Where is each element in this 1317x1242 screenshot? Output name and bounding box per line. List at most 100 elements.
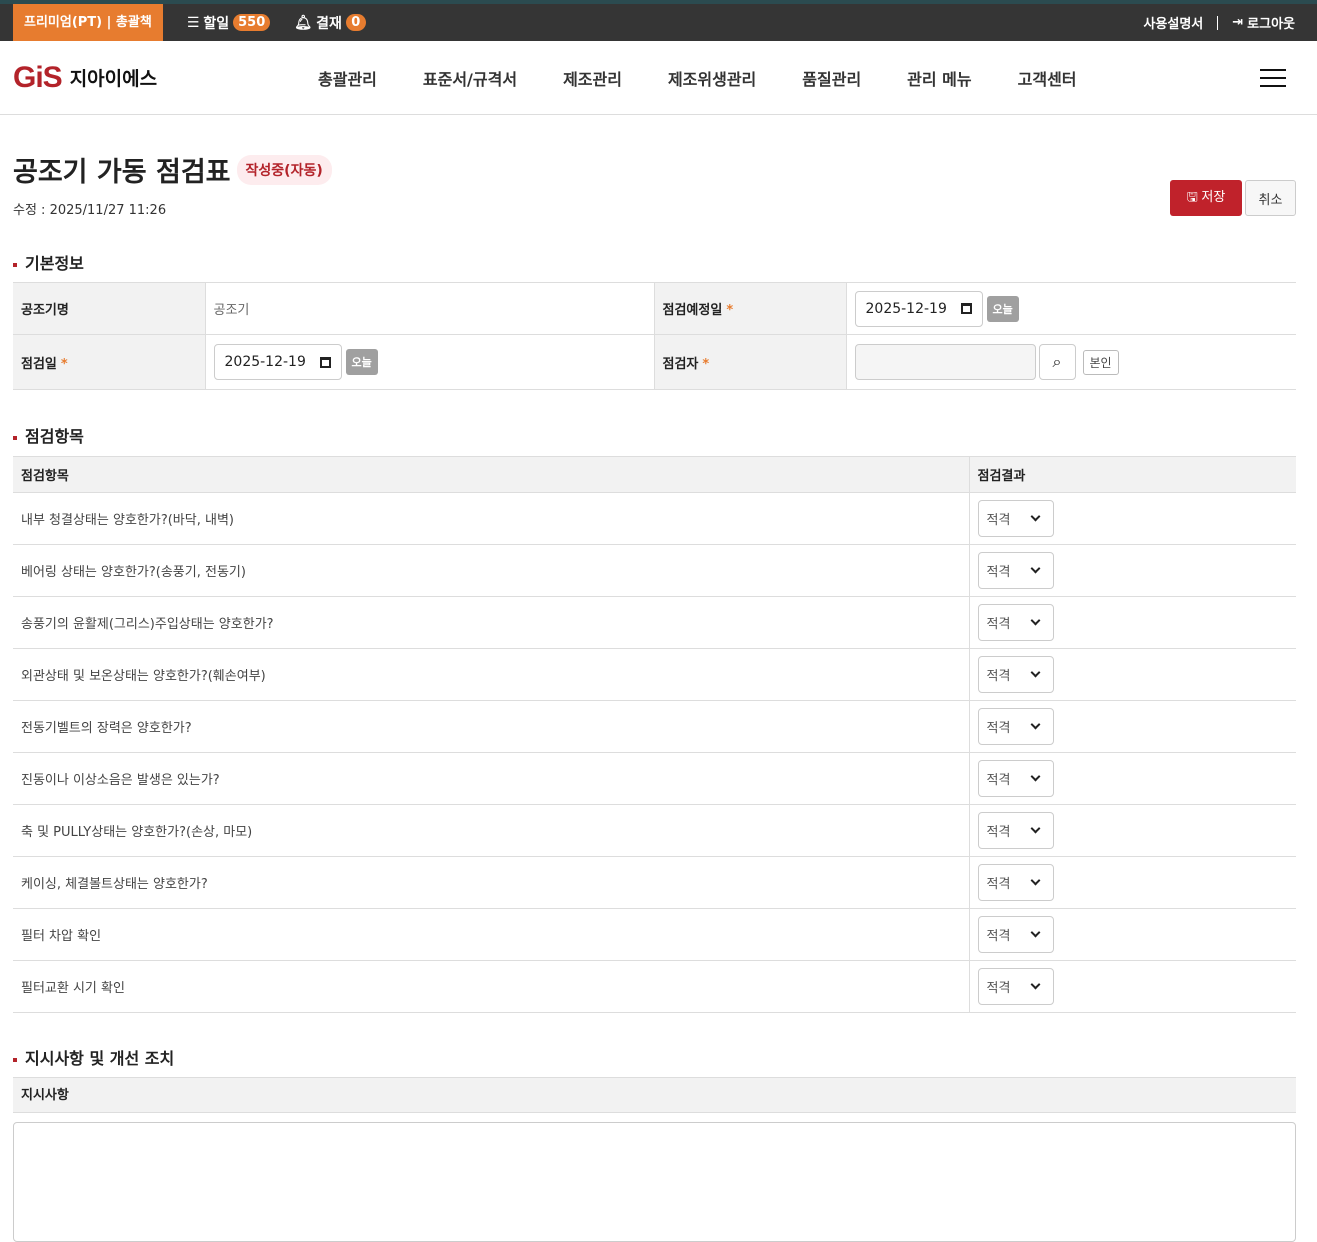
chevron-down-icon bbox=[1030, 927, 1040, 938]
table-row: 송풍기의 윤활제(그리스)주입상태는 양호한가? 적격 bbox=[13, 596, 1296, 649]
nav-item[interactable]: 제조위생관리 bbox=[668, 66, 756, 90]
search-icon: ⌕ bbox=[1052, 352, 1062, 371]
calendar-icon bbox=[960, 303, 972, 314]
instructions-textarea[interactable] bbox=[13, 1122, 1296, 1242]
self-button[interactable]: 본인 bbox=[1082, 349, 1119, 375]
main-nav: GiS 지아이에스 총괄관리 표준서/규격서 제조관리 제조위생관리 품질관리 관… bbox=[0, 41, 1317, 115]
result-select[interactable]: 적격 bbox=[977, 760, 1054, 797]
inspector-input[interactable] bbox=[854, 344, 1036, 380]
hamburger-menu-icon[interactable] bbox=[1260, 69, 1286, 93]
check-item-question: 베어링 상태는 양호한가?(송풍기, 전동기) bbox=[13, 544, 969, 597]
result-select[interactable]: 적격 bbox=[977, 604, 1054, 641]
result-select[interactable]: 적격 bbox=[977, 708, 1054, 745]
logo-text: 지아이에스 bbox=[69, 68, 158, 90]
table-row: 진동이나 이상소음은 발생은 있는가? 적격 bbox=[13, 752, 1296, 805]
table-row: 전동기벨트의 장력은 양호한가? 적격 bbox=[13, 700, 1296, 753]
cancel-button[interactable]: 취소 bbox=[1245, 180, 1296, 216]
table-row: 필터 차압 확인 적격 bbox=[13, 908, 1296, 961]
bell-icon: 🔔︎ bbox=[294, 14, 313, 31]
col-item-header: 점검항목 bbox=[13, 456, 969, 493]
chevron-down-icon bbox=[1030, 823, 1040, 834]
nav-item[interactable]: 총괄관리 bbox=[318, 66, 377, 90]
result-value: 적격 bbox=[986, 981, 1011, 996]
result-value: 적격 bbox=[986, 773, 1011, 788]
name-value: 공조기 bbox=[205, 282, 655, 335]
list-icon: ☰ bbox=[186, 14, 200, 31]
table-row: 축 및 PULLY상태는 양호한가?(손상, 마모) 적격 bbox=[13, 804, 1296, 857]
save-button[interactable]: 🖫︎ 저장 bbox=[1170, 180, 1242, 216]
table-row: 케이싱, 체결볼트상태는 양호한가? 적격 bbox=[13, 856, 1296, 909]
chevron-down-icon bbox=[1030, 511, 1040, 522]
check-items-table: 점검항목 점검결과 내부 청결상태는 양호한가?(바닥, 내벽) 적격 베어링 상태는… bbox=[13, 456, 1296, 1013]
inspector-label: 점검자 * bbox=[654, 334, 847, 390]
check-item-question: 케이싱, 체결볼트상태는 양호한가? bbox=[13, 856, 969, 909]
logo[interactable]: GiS 지아이에스 bbox=[13, 61, 157, 95]
todo-button[interactable]: ☰ 할일 550 bbox=[186, 13, 271, 33]
chevron-down-icon bbox=[1030, 719, 1040, 730]
chevron-down-icon bbox=[1030, 875, 1040, 886]
result-value: 적격 bbox=[986, 825, 1011, 840]
result-select[interactable]: 적격 bbox=[977, 812, 1054, 849]
nav-item[interactable]: 표준서/규격서 bbox=[423, 66, 517, 90]
approval-count: 0 bbox=[345, 14, 366, 31]
nav-item[interactable]: 품질관리 bbox=[802, 66, 861, 90]
save-icon: 🖫︎ bbox=[1186, 189, 1202, 204]
chevron-down-icon bbox=[1030, 979, 1040, 990]
result-value: 적격 bbox=[986, 929, 1011, 944]
result-value: 적격 bbox=[986, 877, 1011, 892]
search-button[interactable]: ⌕ bbox=[1038, 344, 1076, 380]
instructions-label: 지시사항 bbox=[13, 1077, 1296, 1113]
result-value: 적격 bbox=[986, 513, 1011, 528]
todo-count: 550 bbox=[233, 14, 271, 31]
calendar-icon bbox=[319, 356, 331, 368]
result-select[interactable]: 적격 bbox=[977, 916, 1054, 953]
result-value: 적격 bbox=[986, 565, 1011, 580]
inspection-today-button[interactable]: 오늘 bbox=[345, 349, 378, 375]
logo-mark: GiS bbox=[13, 60, 63, 94]
check-item-question: 전동기벨트의 장력은 양호한가? bbox=[13, 700, 969, 753]
chevron-down-icon bbox=[1030, 615, 1040, 626]
divider bbox=[1217, 15, 1219, 30]
save-label: 저장 bbox=[1201, 189, 1226, 204]
check-item-question: 필터교환 시기 확인 bbox=[13, 960, 969, 1013]
manual-link[interactable]: 사용설명서 bbox=[1143, 13, 1203, 32]
basic-info-table: 공조기명 공조기 점검예정일 * 2025-12-19 오늘 점검일 * 2025-1… bbox=[13, 282, 1296, 390]
result-select[interactable]: 적격 bbox=[977, 552, 1054, 589]
chevron-down-icon bbox=[1030, 771, 1040, 782]
table-row: 베어링 상태는 양호한가?(송풍기, 전동기) 적격 bbox=[13, 544, 1296, 597]
name-label: 공조기명 bbox=[13, 282, 206, 335]
status-badge: 작성중(자동) bbox=[236, 154, 332, 185]
logout-link[interactable]: 로그아웃 bbox=[1247, 13, 1295, 32]
page-title: 공조기 가동 점검표 bbox=[13, 157, 231, 188]
col-result-header: 점검결과 bbox=[968, 456, 1296, 493]
result-value: 적격 bbox=[986, 669, 1011, 684]
top-bar: 프리미엄(PT) | 총괄책 ☰ 할일 550 🔔︎ 결재 0 사용설명서 ⇥ 로그아웃 bbox=[0, 4, 1317, 41]
nav-item[interactable]: 제조관리 bbox=[563, 66, 622, 90]
approval-label: 결재 bbox=[316, 15, 342, 32]
table-row: 외관상태 및 보온상태는 양호한가?(훼손여부) 적격 bbox=[13, 648, 1296, 701]
check-item-question: 필터 차압 확인 bbox=[13, 908, 969, 961]
inspection-date-input[interactable]: 2025-12-19 bbox=[213, 344, 342, 380]
nav-item[interactable]: 관리 메뉴 bbox=[907, 66, 971, 90]
approval-button[interactable]: 🔔︎ 결재 0 bbox=[294, 13, 366, 33]
section-instructions: 지시사항 및 개선 조치 bbox=[13, 1045, 174, 1069]
check-item-question: 송풍기의 윤활제(그리스)주입상태는 양호한가? bbox=[13, 596, 969, 649]
result-value: 적격 bbox=[986, 721, 1011, 736]
modified-time: 수정 : 2025/11/27 11:26 bbox=[13, 203, 167, 218]
planned-today-button[interactable]: 오늘 bbox=[986, 295, 1019, 322]
result-select[interactable]: 적격 bbox=[977, 656, 1054, 693]
plan-badge[interactable]: 프리미엄(PT) | 총괄책 bbox=[13, 4, 163, 41]
planned-date-input[interactable]: 2025-12-19 bbox=[854, 290, 983, 327]
date-label: 점검일 * bbox=[13, 334, 206, 390]
planned-date-label: 점검예정일 * bbox=[654, 282, 847, 335]
check-item-question: 축 및 PULLY상태는 양호한가?(손상, 마모) bbox=[13, 804, 969, 857]
table-row: 내부 청결상태는 양호한가?(바닥, 내벽) 적격 bbox=[13, 492, 1296, 545]
section-basic-info: 기본정보 bbox=[13, 250, 84, 274]
result-select[interactable]: 적격 bbox=[977, 864, 1054, 901]
nav-item[interactable]: 고객센터 bbox=[1018, 66, 1077, 90]
chevron-down-icon bbox=[1030, 667, 1040, 678]
table-row: 필터교환 시기 확인 적격 bbox=[13, 960, 1296, 1013]
result-select[interactable]: 적격 bbox=[977, 500, 1054, 537]
logout-icon: ⇥ bbox=[1232, 15, 1244, 30]
result-select[interactable]: 적격 bbox=[977, 968, 1054, 1005]
